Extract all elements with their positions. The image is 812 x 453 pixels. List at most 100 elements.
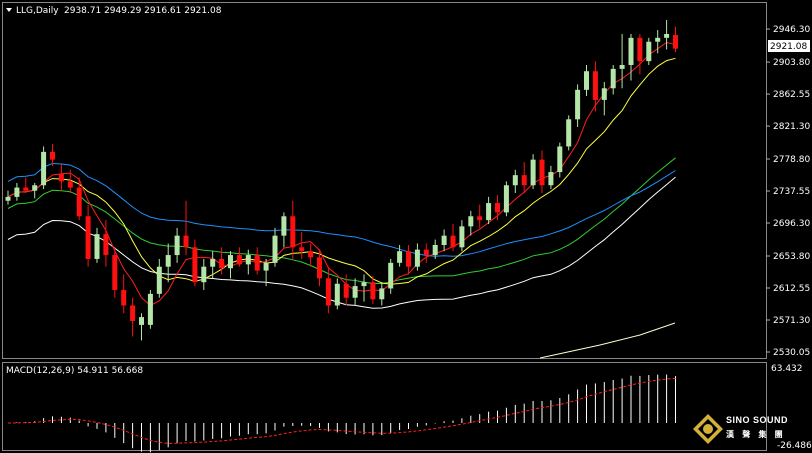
candle-body	[601, 88, 607, 100]
collapse-arrow-icon[interactable]	[6, 8, 12, 12]
candle-body	[23, 187, 29, 191]
candle-body	[254, 255, 260, 271]
candle-body	[121, 289, 127, 306]
candle-body	[628, 37, 634, 65]
candle-body	[67, 181, 73, 188]
candle-body	[76, 187, 82, 217]
candle-body	[41, 151, 47, 186]
candle-body	[557, 146, 563, 173]
candle-body	[174, 235, 180, 256]
candle-body	[664, 33, 670, 38]
candle-body	[228, 255, 233, 269]
candle-body	[236, 255, 242, 265]
candle-body	[655, 37, 661, 42]
candle-body	[477, 216, 483, 221]
macd-axis-top: 63.432	[771, 364, 803, 374]
candle-body	[130, 305, 136, 322]
candle-body	[50, 151, 55, 160]
axis-tick-label: 2903.80	[773, 58, 810, 68]
candle-body	[592, 71, 598, 100]
candle-body	[334, 283, 340, 306]
candle-body	[165, 255, 171, 267]
sino-sound-logo: SINO SOUND 漢 聲 集 團	[692, 413, 802, 445]
candle-body	[219, 258, 225, 269]
candle-body	[423, 249, 429, 256]
axis-tick-label: 2530.05	[773, 348, 810, 358]
candle-body	[539, 159, 545, 186]
candle-body	[566, 119, 572, 147]
candle-body	[503, 185, 509, 213]
candle-body	[308, 251, 314, 258]
candle-body	[610, 68, 616, 89]
candle-body	[575, 89, 581, 120]
axis-tick-label: 2737.55	[773, 187, 810, 197]
candle-body	[317, 257, 322, 279]
candle-body	[512, 175, 518, 186]
candle-body	[14, 187, 20, 197]
price-axis: 2946.30 2903.80 2862.55 2821.30 2778.80 2737.…	[766, 25, 810, 358]
logo-diamond-icon	[693, 414, 723, 444]
axis-tick-label: 2821.30	[773, 122, 810, 132]
candle-body	[245, 255, 251, 265]
candle-body	[94, 234, 100, 259]
candle-body	[397, 251, 403, 263]
macd-signal-line	[7, 377, 676, 444]
candle-body	[646, 41, 652, 62]
current-price-label: 2921.08	[770, 42, 807, 52]
candle-body	[263, 262, 269, 271]
candle-body	[486, 203, 492, 221]
macd-histogram	[16, 374, 676, 453]
candle-body	[450, 235, 456, 248]
ma5-line	[7, 41, 676, 307]
candlesticks	[5, 20, 678, 341]
ohlc-values: 2938.71 2949.29 2916.61 2921.08	[64, 6, 222, 16]
candle-body	[5, 196, 11, 201]
candle-body	[584, 71, 589, 90]
candle-body	[619, 64, 625, 69]
candle-body	[343, 283, 349, 298]
axis-tick-label: 2862.55	[773, 90, 810, 100]
candle-body	[361, 282, 367, 287]
candle-body	[112, 255, 118, 290]
candle-body	[459, 226, 465, 248]
macd-label: MACD(12,26,9) 54.911 56.668	[6, 366, 143, 376]
candle-body	[530, 159, 536, 186]
symbol-title: LLG,Daily	[16, 6, 59, 16]
axis-tick-label: 2778.80	[773, 155, 810, 165]
candle-body	[281, 216, 287, 236]
candle-body	[432, 244, 438, 256]
logo-text-cn: 漢 聲 集 團	[726, 430, 786, 439]
candle-body	[548, 172, 554, 186]
candle-body	[32, 185, 38, 191]
candle-body	[103, 234, 109, 256]
axis-tick-label: 2571.30	[773, 316, 810, 326]
candle-body	[495, 203, 500, 213]
candle-body	[290, 216, 296, 248]
candle-body	[139, 317, 144, 325]
candle-body	[201, 266, 207, 283]
axis-tick-label: 2696.30	[773, 219, 810, 229]
candle-body	[414, 249, 420, 267]
candle-body	[352, 286, 358, 298]
candle-body	[370, 282, 376, 300]
candle-body	[58, 173, 64, 182]
candle-body	[299, 247, 305, 252]
axis-tick-label: 2612.55	[773, 284, 810, 294]
candle-body	[183, 235, 189, 248]
candle-body	[147, 293, 153, 325]
candle-body	[637, 37, 643, 62]
candle-body	[272, 235, 278, 263]
ma250-line	[539, 322, 676, 359]
candle-body	[192, 247, 198, 283]
candle-body	[156, 266, 162, 294]
candle-body	[521, 175, 527, 186]
candle-body	[441, 235, 447, 245]
candle-body	[388, 262, 394, 289]
axis-tick-label: 2946.30	[773, 25, 810, 35]
candle-body	[85, 216, 91, 259]
candle-body	[406, 251, 411, 267]
axis-tick-label: 2653.80	[773, 252, 810, 262]
candle-body	[210, 258, 216, 267]
candle-body	[673, 34, 678, 49]
price-panel-frame	[2, 2, 767, 359]
